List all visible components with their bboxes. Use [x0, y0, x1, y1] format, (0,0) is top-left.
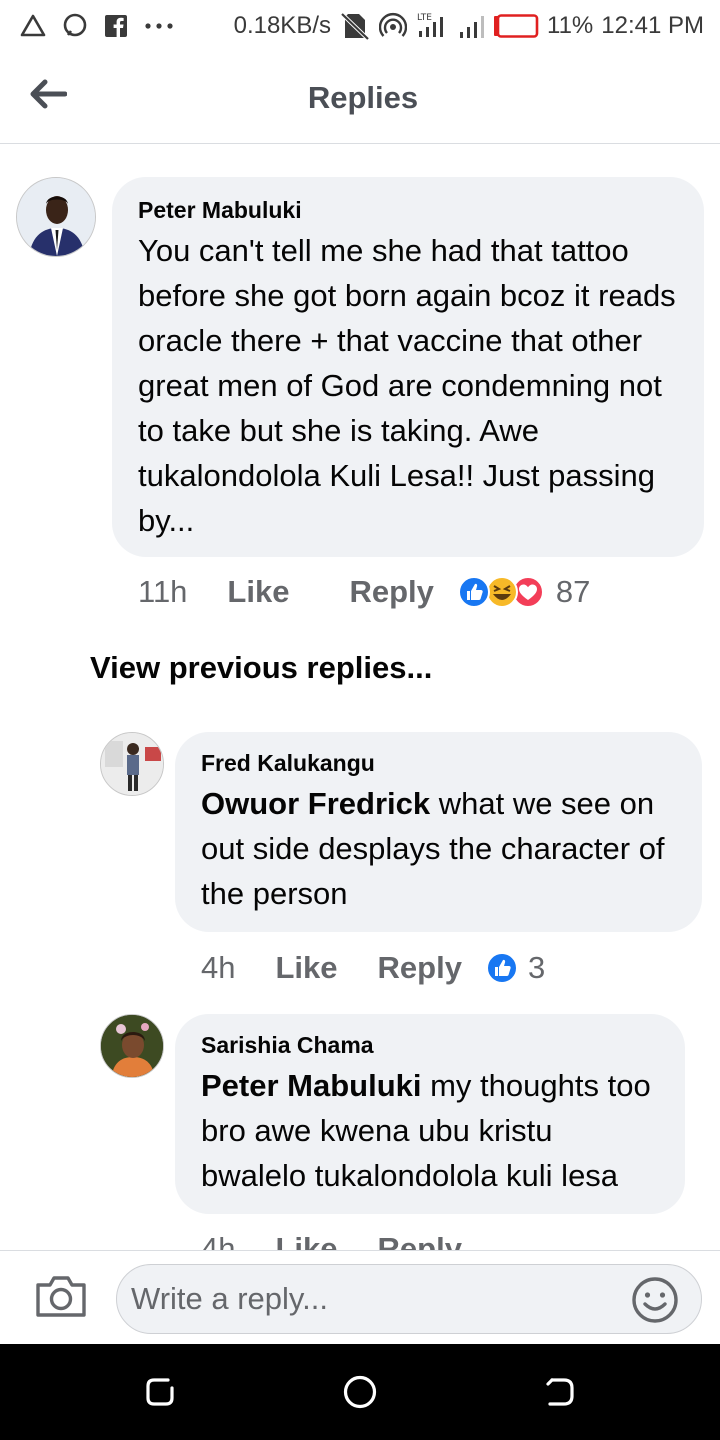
comment-time: 11h	[138, 574, 188, 609]
reactions-summary[interactable]: 87	[456, 574, 590, 610]
reaction-count: 3	[527, 950, 546, 985]
haha-reaction-icon	[485, 576, 518, 608]
back-button[interactable]	[26, 74, 70, 114]
messenger-icon	[62, 13, 88, 39]
recents-icon	[146, 1378, 174, 1406]
reply-button[interactable]: Reply	[378, 950, 462, 986]
lte-signal-icon: LTE	[415, 11, 449, 41]
view-previous-replies-link[interactable]: View previous replies...	[90, 650, 432, 686]
reply-meta: 4h Like Reply 3	[201, 947, 545, 989]
reactions-summary[interactable]: 3	[484, 950, 545, 986]
hotspot-icon	[379, 12, 407, 40]
reply-bubble[interactable]: Sarishia Chama Peter Mabuluki my thought…	[175, 1014, 685, 1214]
reply-time: 4h	[201, 1231, 236, 1250]
emoji-button[interactable]	[630, 1275, 680, 1325]
replies-header: Replies	[0, 52, 720, 144]
status-bar: 0.18KB/s LTE 11% 12:41 PM	[0, 0, 720, 52]
comment-bubble[interactable]: Peter Mabuluki You can't tell me she had…	[112, 177, 704, 557]
home-circle-icon	[343, 1375, 377, 1409]
reply-text: Peter Mabuluki my thoughts too bro awe k…	[201, 1063, 663, 1198]
replies-thread[interactable]: Peter Mabuluki You can't tell me she had…	[0, 145, 720, 1250]
reply-meta: 4h Like Reply	[201, 1228, 462, 1250]
facebook-icon	[104, 14, 128, 38]
camera-button[interactable]	[34, 1273, 88, 1319]
recents-button[interactable]	[142, 1374, 178, 1410]
smiley-icon	[632, 1277, 678, 1323]
back-nav-button[interactable]	[542, 1374, 578, 1410]
person-avatar-icon	[101, 1015, 163, 1077]
avatar[interactable]	[100, 1014, 164, 1078]
reply-button[interactable]: Reply	[349, 574, 433, 610]
like-button[interactable]: Like	[227, 574, 289, 610]
like-button[interactable]: Like	[275, 950, 337, 986]
page-title: Replies	[307, 79, 419, 115]
battery-percent: 11%	[547, 12, 594, 39]
reply-text: Owuor Fredrick what we see on out side d…	[201, 781, 678, 916]
battery-icon	[493, 14, 539, 38]
no-sim-icon	[339, 11, 371, 41]
reply-author[interactable]: Fred Kalukangu	[201, 750, 678, 777]
warning-icon	[20, 14, 46, 38]
clock: 12:41 PM	[601, 12, 704, 39]
back-nav-icon	[546, 1378, 574, 1406]
person-avatar-icon	[17, 178, 95, 256]
arrow-left-icon	[30, 79, 67, 109]
like-reaction-icon	[457, 576, 490, 608]
more-notifications-icon	[144, 21, 174, 31]
comment-meta: 11h Like Reply 87	[138, 571, 590, 613]
person-avatar-icon	[101, 733, 163, 795]
reply-input[interactable]	[116, 1264, 702, 1334]
reply-author[interactable]: Sarishia Chama	[201, 1032, 663, 1059]
avatar[interactable]	[16, 177, 96, 257]
comment-text: You can't tell me she had that tattoo be…	[138, 233, 676, 538]
comment-author[interactable]: Peter Mabuluki	[138, 197, 680, 224]
lte-label: LTE	[417, 13, 432, 23]
signal-icon	[457, 12, 485, 40]
system-navigation-bar	[0, 1344, 720, 1440]
reply-composer	[0, 1250, 720, 1344]
mention-link[interactable]: Owuor Fredrick	[201, 786, 430, 821]
reaction-count: 87	[555, 574, 591, 609]
avatar[interactable]	[100, 732, 164, 796]
reply-bubble[interactable]: Fred Kalukangu Owuor Fredrick what we se…	[175, 732, 702, 932]
like-reaction-icon	[485, 952, 518, 984]
home-button[interactable]	[342, 1374, 378, 1410]
network-speed: 0.18KB/s	[233, 12, 331, 39]
reply-time: 4h	[201, 950, 236, 985]
mention-link[interactable]: Peter Mabuluki	[201, 1068, 422, 1103]
like-button[interactable]: Like	[275, 1231, 337, 1250]
camera-icon	[36, 1276, 86, 1317]
reply-button[interactable]: Reply	[378, 1231, 462, 1250]
